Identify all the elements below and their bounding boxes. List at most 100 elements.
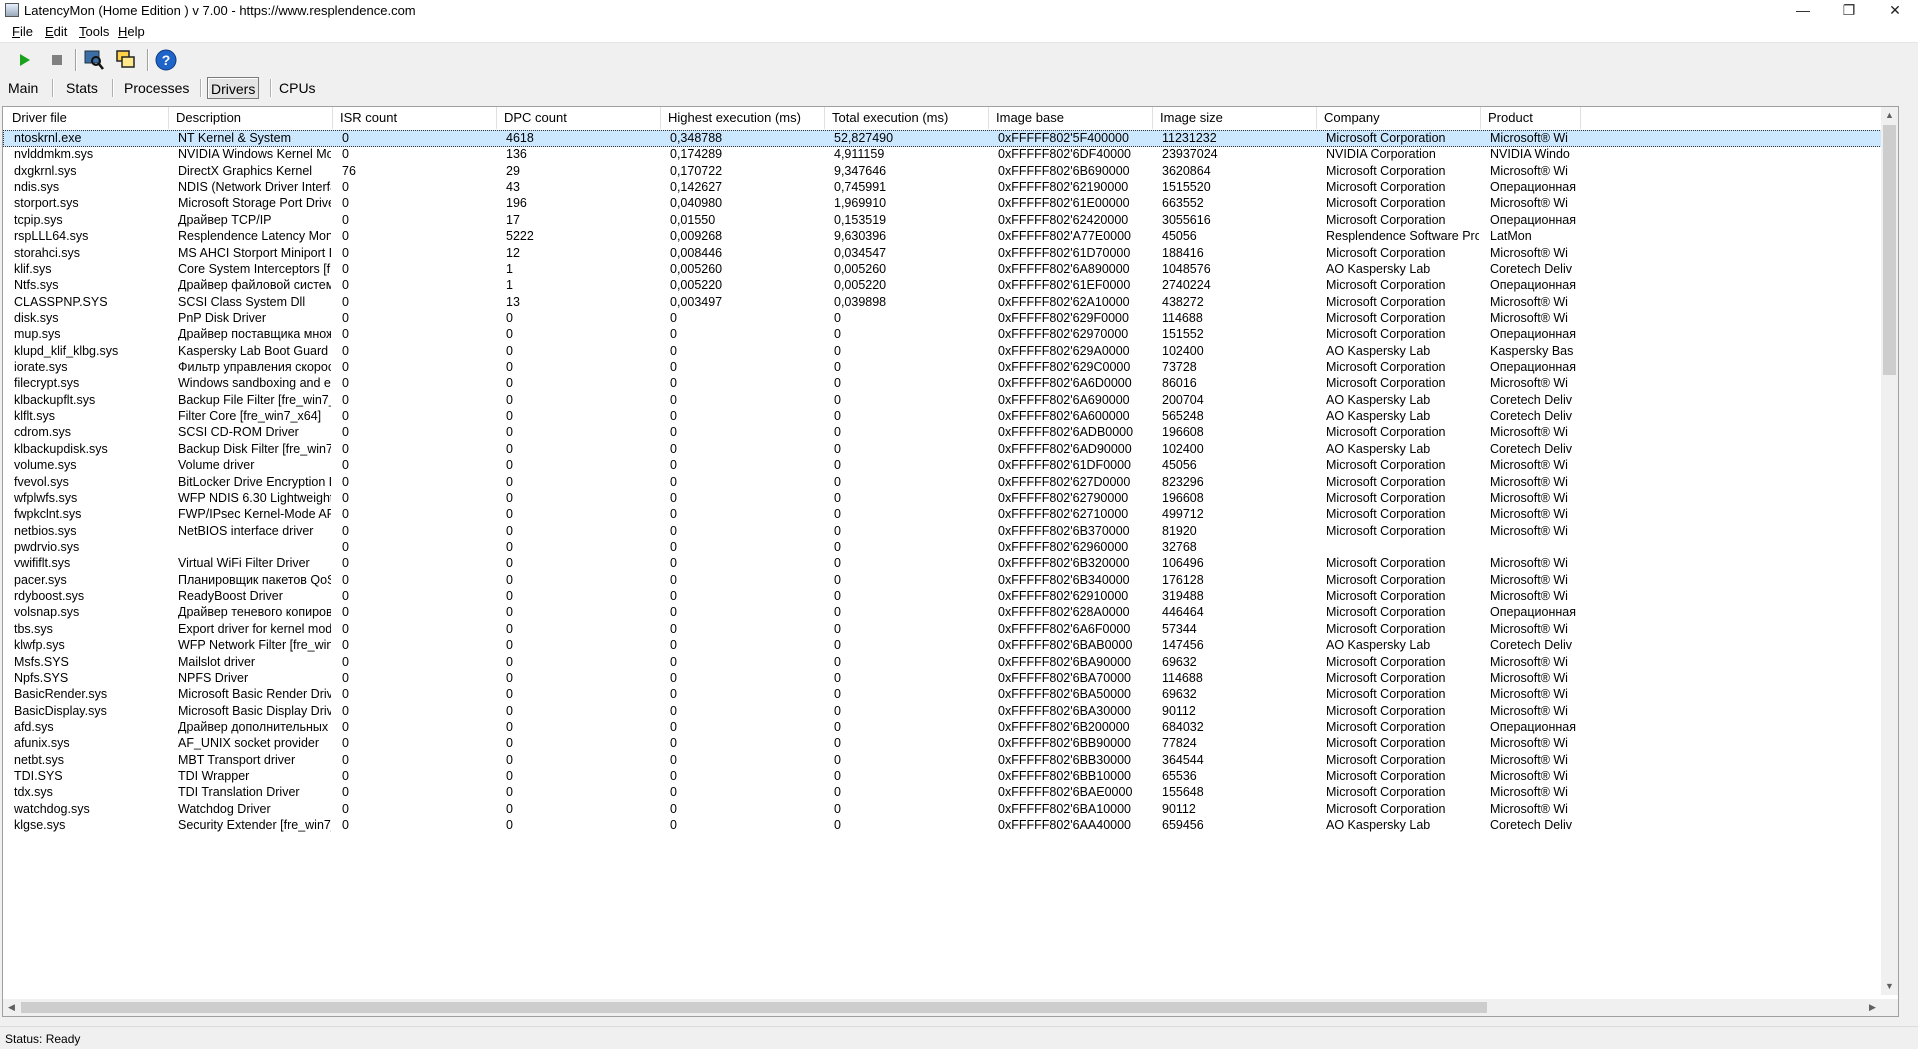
stop-button[interactable]	[45, 48, 69, 72]
column-header-highest-execution[interactable]: Highest execution (ms)	[661, 107, 825, 129]
scroll-left-icon[interactable]: ◀	[3, 999, 20, 1016]
table-row[interactable]: ndis.sys NDIS (Network Driver Interface..…	[3, 179, 1898, 196]
column-header-company[interactable]: Company	[1317, 107, 1481, 129]
scroll-down-icon[interactable]: ▼	[1881, 978, 1898, 995]
table-row[interactable]: klbackupdisk.sys Backup Disk Filter [fre_…	[3, 441, 1898, 458]
tab-drivers[interactable]: Drivers	[207, 77, 260, 99]
cell-description: Драйвер TCP/IP	[178, 212, 272, 227]
cell-image-base: 0xFFFFF802'62420000	[998, 212, 1129, 227]
table-row[interactable]: tcpip.sys Драйвер TCP/IP 0 17 0,01550 0,15351…	[3, 212, 1898, 229]
tab-strip: Main Stats Processes Drivers CPUs	[0, 76, 1918, 102]
table-row[interactable]: nvlddmkm.sys NVIDIA Windows Kernel Mod...…	[3, 146, 1898, 163]
table-row[interactable]: mup.sys Драйвер поставщика множе... 0 0 0 0 0x…	[3, 326, 1898, 343]
column-header-total-execution[interactable]: Total execution (ms)	[825, 107, 989, 129]
column-header-image-base[interactable]: Image base	[989, 107, 1153, 129]
column-header-isr-count[interactable]: ISR count	[333, 107, 497, 129]
table-row[interactable]: rspLLL64.sys Resplendence Latency Monit..…	[3, 228, 1898, 245]
horizontal-scrollbar[interactable]: ◀ ▶	[3, 999, 1881, 1016]
vertical-scroll-thumb[interactable]	[1883, 125, 1896, 375]
table-row[interactable]: klwfp.sys WFP Network Filter [fre_win7...…	[3, 637, 1898, 654]
table-row[interactable]: Npfs.SYS NPFS Driver 0 0 0 0 0xFFFFF802'6BA700…	[3, 670, 1898, 687]
tab-cpus[interactable]: CPUs	[276, 77, 319, 99]
table-row[interactable]: Ntfs.sys Драйвер файловой системы ... 0 1 0,…	[3, 277, 1898, 294]
table-row[interactable]: klflt.sys Filter Core [fre_win7_x64] 0 0 0 0 0…	[3, 408, 1898, 425]
table-row[interactable]: afd.sys Драйвер дополнительных фу... 0 0 0 0 0…	[3, 719, 1898, 736]
cell-image-size: 499712	[1162, 507, 1204, 522]
drivers-table[interactable]: Driver file Description ISR count DPC count…	[2, 106, 1899, 1017]
column-header-driver-file[interactable]: Driver file	[5, 107, 169, 129]
analyze-button[interactable]	[82, 48, 106, 72]
table-row[interactable]: tdx.sys TDI Translation Driver 0 0 0 0 0xFFFFF…	[3, 784, 1898, 801]
table-row[interactable]: cdrom.sys SCSI CD-ROM Driver 0 0 0 0 0xFFFFF80…	[3, 424, 1898, 441]
scroll-right-icon[interactable]: ▶	[1864, 999, 1881, 1016]
column-header-product[interactable]: Product	[1481, 107, 1581, 129]
cell-isr-count: 0	[342, 507, 349, 522]
table-row[interactable]: storport.sys Microsoft Storage Port Drive…	[3, 195, 1898, 212]
cell-isr-count: 0	[342, 818, 349, 833]
tab-stats[interactable]: Stats	[63, 77, 101, 99]
restore-button[interactable]: ❐	[1826, 0, 1872, 22]
cell-image-base: 0xFFFFF802'629C0000	[998, 360, 1131, 375]
vertical-scrollbar[interactable]: ▲ ▼	[1881, 107, 1898, 995]
table-row[interactable]: pacer.sys Планировщик пакетов QoS 0 0 0 0 0xFF…	[3, 572, 1898, 589]
table-row[interactable]: CLASSPNP.SYS SCSI Class System Dll 0 13 0,00…	[3, 294, 1898, 311]
cell-isr-count: 0	[342, 294, 349, 309]
table-row[interactable]: fwpkclnt.sys FWP/IPsec Kernel-Mode API 0 0 0…	[3, 506, 1898, 523]
menu-edit[interactable]: Edit	[45, 24, 67, 39]
table-row[interactable]: klgse.sys Security Extender [fre_win7_x..…	[3, 817, 1898, 834]
menu-help[interactable]: Help	[118, 24, 145, 39]
cell-driver-file: pacer.sys	[14, 572, 67, 587]
cell-product: Операционная	[1490, 180, 1576, 195]
cell-product: Microsoft® Wi	[1490, 474, 1568, 489]
table-row[interactable]: Msfs.SYS Mailslot driver 0 0 0 0 0xFFFFF802'6B…	[3, 654, 1898, 671]
table-row[interactable]: pwdrvio.sys 0 0 0 0 0xFFFFF802'62960000 32768	[3, 539, 1898, 556]
play-button[interactable]	[12, 48, 36, 72]
table-row[interactable]: netbios.sys NetBIOS interface driver 0 0 0 0 0…	[3, 523, 1898, 540]
horizontal-scroll-thumb[interactable]	[21, 1002, 1487, 1013]
table-row[interactable]: filecrypt.sys Windows sandboxing and enc.…	[3, 375, 1898, 392]
cell-company: Microsoft Corporation	[1326, 376, 1446, 391]
cell-isr-count: 0	[342, 474, 349, 489]
tab-main[interactable]: Main	[5, 77, 41, 99]
menu-bar: File Edit Tools Help	[0, 22, 1918, 43]
column-header-description[interactable]: Description	[169, 107, 333, 129]
table-row[interactable]: vwififlt.sys Virtual WiFi Filter Driver 0 0…	[3, 555, 1898, 572]
minimize-button[interactable]: —	[1780, 0, 1826, 22]
table-row[interactable]: netbt.sys MBT Transport driver 0 0 0 0 0xFFFFF…	[3, 752, 1898, 769]
table-row[interactable]: volume.sys Volume driver 0 0 0 0 0xFFFFF802'61…	[3, 457, 1898, 474]
cell-description: Export driver for kernel mode ...	[178, 621, 331, 636]
table-row[interactable]: fvevol.sys BitLocker Drive Encryption Dri…	[3, 474, 1898, 491]
menu-file[interactable]: File	[12, 24, 33, 39]
table-row[interactable]: klupd_klif_klbg.sys Kaspersky Lab Boot Gu…	[3, 343, 1898, 360]
column-header-dpc-count[interactable]: DPC count	[497, 107, 661, 129]
table-row[interactable]: storahci.sys MS AHCI Storport Miniport Dr…	[3, 245, 1898, 262]
table-row[interactable]: klif.sys Core System Interceptors [fre...…	[3, 261, 1898, 278]
cell-image-base: 0xFFFFF802'6B340000	[998, 572, 1130, 587]
menu-tools[interactable]: Tools	[79, 24, 109, 39]
table-row[interactable]: TDI.SYS TDI Wrapper 0 0 0 0 0xFFFFF802'6BB1000…	[3, 768, 1898, 785]
table-row[interactable]: BasicDisplay.sys Microsoft Basic Display …	[3, 703, 1898, 720]
table-row[interactable]: dxgkrnl.sys DirectX Graphics Kernel 76 29 0,…	[3, 163, 1898, 180]
cell-isr-count: 0	[342, 540, 349, 554]
table-row[interactable]: iorate.sys Фильтр управления скорость... 0…	[3, 359, 1898, 376]
windows-button[interactable]	[114, 48, 138, 72]
table-row[interactable]: ntoskrnl.exe NT Kernel & System 0 4618 0,348…	[3, 130, 1898, 147]
cell-image-size: 446464	[1162, 605, 1204, 620]
table-row[interactable]: afunix.sys AF_UNIX socket provider 0 0 0 0 0xF…	[3, 735, 1898, 752]
close-button[interactable]: ✕	[1872, 0, 1918, 22]
column-header-image-size[interactable]: Image size	[1153, 107, 1317, 129]
table-row[interactable]: BasicRender.sys Microsoft Basic Render Dr…	[3, 686, 1898, 703]
cell-image-size: 663552	[1162, 196, 1204, 211]
scroll-up-icon[interactable]: ▲	[1881, 107, 1898, 124]
table-row[interactable]: tbs.sys Export driver for kernel mode ...…	[3, 621, 1898, 638]
table-row[interactable]: klbackupflt.sys Backup File Filter [fre_w…	[3, 392, 1898, 409]
table-row[interactable]: disk.sys PnP Disk Driver 0 0 0 0 0xFFFFF802'62…	[3, 310, 1898, 327]
tab-processes[interactable]: Processes	[121, 77, 192, 99]
table-row[interactable]: wfplwfs.sys WFP NDIS 6.30 Lightweight F..…	[3, 490, 1898, 507]
cell-total-execution: 0	[834, 589, 841, 604]
cell-driver-file: volume.sys	[14, 458, 77, 473]
help-button[interactable]: ?	[154, 48, 178, 72]
table-row[interactable]: rdyboost.sys ReadyBoost Driver 0 0 0 0 0xFFFFF…	[3, 588, 1898, 605]
table-row[interactable]: watchdog.sys Watchdog Driver 0 0 0 0 0xFFFFF80…	[3, 801, 1898, 818]
table-row[interactable]: volsnap.sys Драйвер теневого копирован...…	[3, 604, 1898, 621]
